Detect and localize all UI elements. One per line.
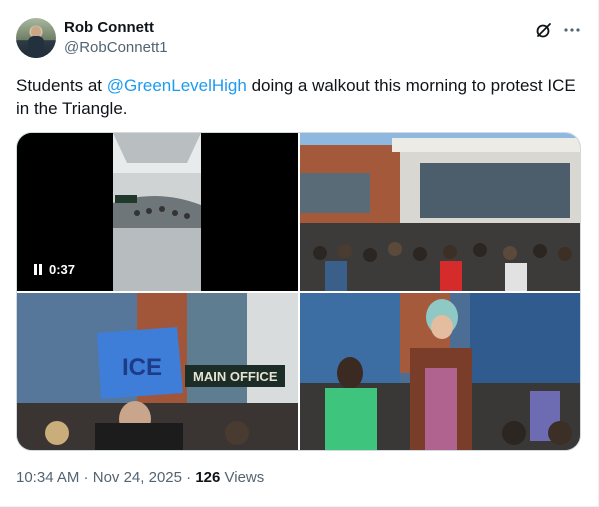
video-time: 0:37 (49, 261, 76, 277)
speaker-illustration (300, 293, 580, 450)
avatar-body (28, 36, 44, 58)
meta-separator: · (79, 469, 93, 486)
tweet-date[interactable]: Nov 24, 2025 (93, 469, 182, 486)
avatar[interactable] (16, 18, 56, 58)
building-sign: MAIN OFFICE (193, 369, 278, 384)
pause-icon[interactable] (33, 263, 43, 275)
photo-crowd-outside-school[interactable] (300, 133, 580, 291)
media-grid: 0:37 MAIN OFFICE ICE (16, 132, 581, 451)
mention-link[interactable]: @GreenLevelHigh (107, 76, 247, 95)
views-label: Views (220, 469, 265, 486)
author-handle[interactable]: @RobConnett1 (64, 39, 168, 56)
tweet-text: Students at @GreenLevelHigh doing a walk… (16, 74, 581, 120)
photo-student-speaking[interactable] (300, 293, 580, 450)
sign-illustration: MAIN OFFICE ICE (17, 293, 298, 450)
photo-student-with-sign[interactable]: MAIN OFFICE ICE (17, 293, 298, 450)
video-thumbnail-hallway[interactable]: 0:37 (17, 133, 298, 291)
grok-icon[interactable] (534, 20, 554, 40)
tweet-metadata: 10:34 AM · Nov 24, 2025 · 126 Views (16, 469, 264, 486)
protest-sign-text: ICE (122, 354, 162, 381)
tweet-card: Rob Connett @RobConnett1 Students at @Gr… (0, 0, 599, 507)
tweet-time[interactable]: 10:34 AM (16, 469, 79, 486)
video-duration-badge: 0:37 (27, 259, 82, 279)
tweet-text-start: Students at (16, 76, 107, 95)
crowd-illustration (300, 133, 580, 291)
author-name[interactable]: Rob Connett (64, 19, 154, 36)
views-count: 126 (195, 469, 221, 486)
meta-separator-2: · (181, 469, 196, 486)
more-icon[interactable] (562, 20, 582, 40)
